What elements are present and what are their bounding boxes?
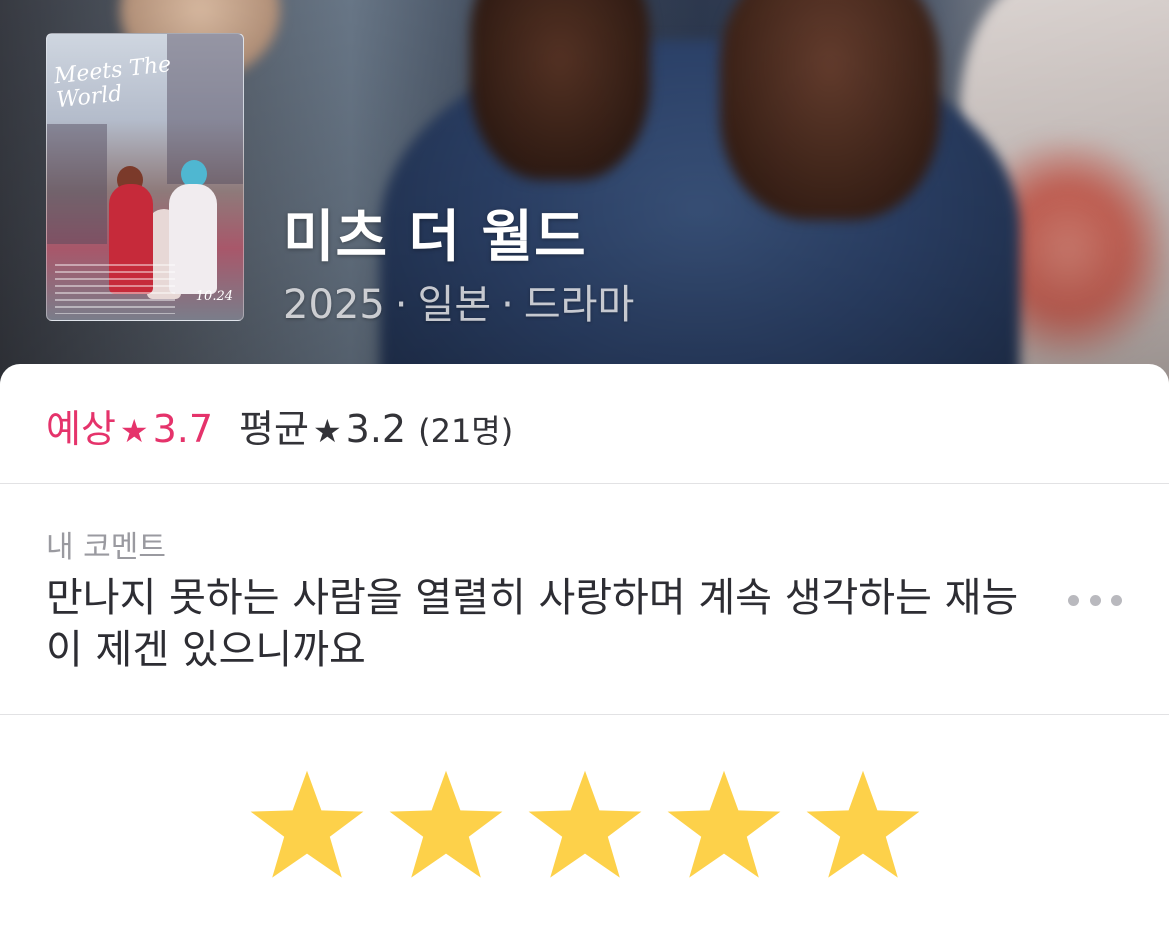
star-icon (528, 770, 642, 878)
poster-figure (169, 184, 217, 294)
star-icon (250, 770, 364, 878)
more-options-button[interactable] (1068, 586, 1122, 614)
star-icon (806, 770, 920, 878)
meta-separator: · (394, 282, 408, 328)
divider (0, 483, 1169, 484)
hero-backdrop: Meets The World 10.24 미츠 더 월드 2025 · 일본 · 드라… (0, 0, 1169, 400)
star-icon: ★ (119, 412, 149, 450)
star-icon: ★ (312, 412, 342, 450)
average-rating: 평균 ★ 3.2 (239, 398, 406, 453)
rating-star-3[interactable] (525, 766, 645, 886)
movie-genre: 드라마 (523, 282, 635, 328)
expected-label: 예상 (46, 407, 116, 451)
detail-card: 예상 ★ 3.7 평균 ★ 3.2 (21명) 내 코멘트 만나지 못하는 사람을 열렬… (0, 364, 1169, 938)
movie-poster[interactable]: Meets The World 10.24 (46, 33, 244, 321)
comment-label: 내 코멘트 (46, 530, 166, 565)
poster-building (47, 124, 107, 244)
meta-separator: · (501, 282, 514, 328)
rating-star-5[interactable] (803, 766, 923, 886)
poster-credits (55, 264, 175, 314)
rating-star-2[interactable] (386, 766, 506, 886)
poster-date: 10.24 (195, 289, 233, 304)
average-label: 평균 (239, 407, 309, 451)
movie-meta: 2025 · 일본 · 드라마 (283, 272, 634, 330)
star-rating-control[interactable] (247, 766, 923, 886)
divider (0, 714, 1169, 715)
rating-star-4[interactable] (664, 766, 784, 886)
more-horizontal-icon (1089, 594, 1101, 606)
star-icon (389, 770, 503, 878)
more-horizontal-icon (1111, 594, 1122, 606)
comment-text[interactable]: 만나지 못하는 사람을 열렬히 사랑하며 계속 생각하는 재능이 제겐 있으니까… (46, 572, 1036, 676)
more-horizontal-icon (1068, 594, 1079, 606)
average-value: 3.2 (345, 407, 407, 451)
expected-value: 3.7 (152, 407, 214, 451)
rating-star-1[interactable] (247, 766, 367, 886)
star-icon (667, 770, 781, 878)
rating-count: (21명) (418, 412, 514, 450)
movie-year: 2025 (283, 282, 385, 328)
movie-country: 일본 (417, 282, 492, 328)
rating-row: 예상 ★ 3.7 평균 ★ 3.2 (21명) (46, 398, 513, 452)
movie-title: 미츠 더 월드 (283, 205, 587, 270)
expected-rating: 예상 ★ 3.7 (46, 398, 213, 453)
